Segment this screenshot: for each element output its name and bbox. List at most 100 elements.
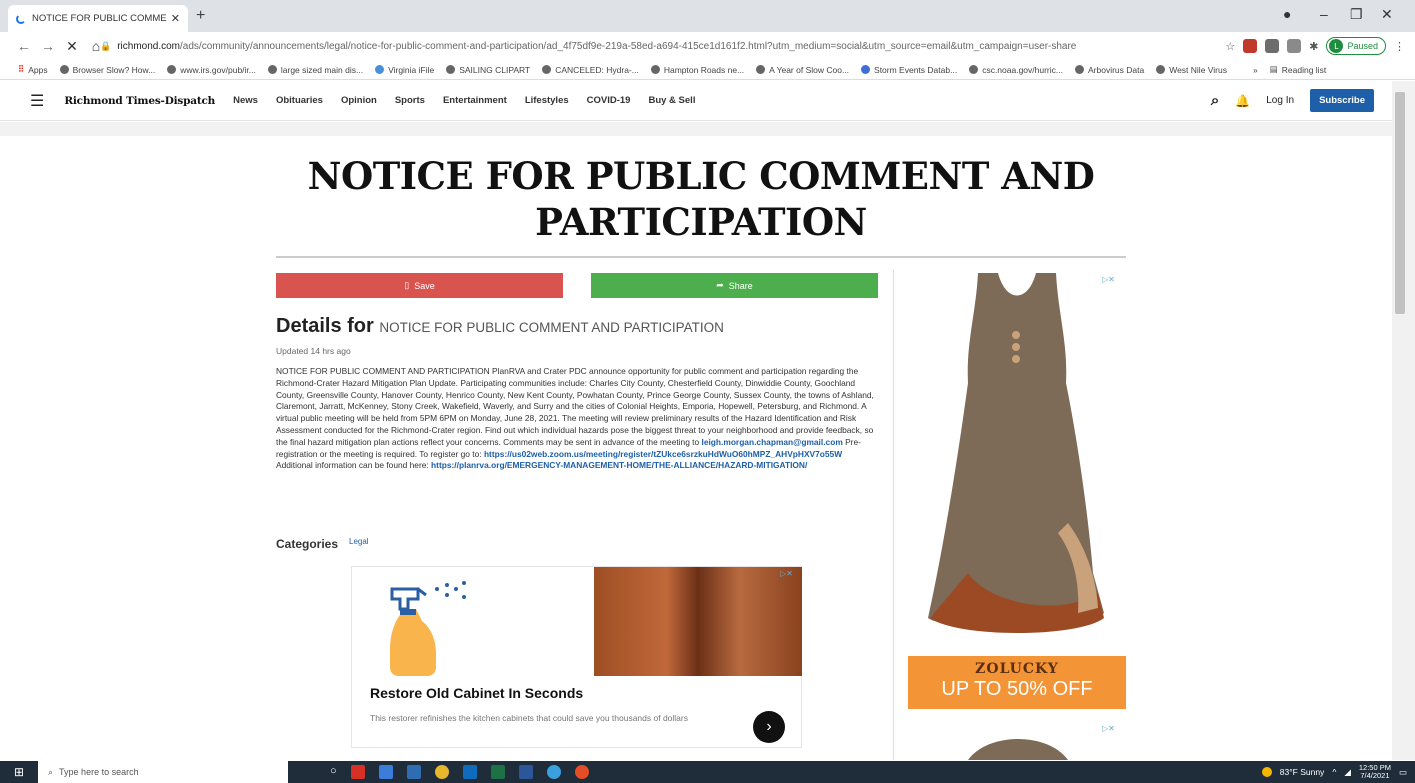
bookmark-item[interactable]: Storm Events Datab...: [861, 65, 957, 75]
login-link[interactable]: Log In: [1266, 95, 1294, 106]
weather-sun-icon: [1261, 767, 1272, 777]
chrome-icon[interactable]: [434, 765, 449, 779]
ad-dress-image: [908, 273, 1126, 656]
globe-icon: [1074, 65, 1084, 74]
kebab-menu-icon[interactable]: ⋮: [1394, 40, 1405, 53]
nav-lifestyles[interactable]: Lifestyles: [525, 95, 569, 106]
bookmark-item[interactable]: Arbovirus Data: [1074, 65, 1144, 75]
word-icon[interactable]: [518, 765, 533, 779]
extension-ublock-icon[interactable]: [1243, 39, 1258, 53]
adchoices-icon[interactable]: ▷✕: [1102, 275, 1115, 284]
url-host: richmond.com: [117, 40, 181, 52]
inline-ad[interactable]: ▷✕ Restore Old Cabinet In Seconds This r…: [351, 566, 802, 748]
nav-obituaries[interactable]: Obituaries: [276, 95, 323, 106]
side-ad[interactable]: ▷✕ ZOLUCKY UP TO 50% OFF: [908, 273, 1126, 709]
site-logo[interactable]: Richmond Times-Dispatch: [64, 95, 215, 107]
side-ad-2[interactable]: ▷✕: [908, 722, 1126, 760]
bookmark-item[interactable]: CANCELED: Hydra-...: [542, 65, 639, 75]
updated-timestamp: Updated 14 hrs ago: [276, 346, 351, 356]
reading-list-button[interactable]: ▤ Reading list: [1270, 64, 1326, 75]
article-body: NOTICE FOR PUBLIC COMMENT AND PARTICIPAT…: [276, 366, 880, 472]
bookmarks-overflow-icon[interactable]: »: [1253, 65, 1258, 75]
info-link[interactable]: https://planrva.org/EMERGENCY-MANAGEMENT…: [431, 460, 807, 470]
globe-icon: [446, 65, 456, 74]
share-icon: ➦: [716, 280, 724, 290]
bookmark-apps[interactable]: ⠿ Apps: [18, 64, 48, 75]
app-icon[interactable]: [406, 765, 421, 779]
record-icon[interactable]: ●: [1283, 6, 1291, 22]
profile-button[interactable]: L Paused: [1326, 37, 1386, 55]
share-button[interactable]: ➦ Share: [591, 273, 878, 298]
extension-icon[interactable]: [1287, 39, 1302, 53]
acrobat-icon[interactable]: [350, 765, 365, 779]
bookmark-item[interactable]: Hampton Roads ne...: [650, 65, 744, 75]
notifications-icon[interactable]: ▭: [1399, 767, 1407, 778]
new-tab-icon[interactable]: +: [196, 7, 205, 25]
outlook-icon[interactable]: [462, 765, 477, 779]
browser-tab[interactable]: NOTICE FOR PUBLIC COMMENT ✕: [8, 5, 188, 32]
forward-icon[interactable]: →: [38, 38, 58, 54]
back-icon[interactable]: ←: [14, 38, 34, 54]
bookmark-item[interactable]: www.irs.gov/pub/ir...: [167, 65, 256, 75]
details-title: NOTICE FOR PUBLIC COMMENT AND PARTICIPAT…: [379, 320, 724, 335]
taskbar-search-placeholder: Type here to search: [59, 767, 139, 777]
clock[interactable]: 12:50 PM 7/4/2021: [1359, 764, 1391, 780]
bookmark-item[interactable]: A Year of Slow Coo...: [756, 65, 849, 75]
app-icon[interactable]: [574, 765, 589, 779]
app-icon[interactable]: [378, 765, 393, 779]
task-view-icon[interactable]: ○: [330, 765, 337, 779]
minimize-icon[interactable]: –: [1320, 6, 1328, 22]
edge-icon[interactable]: [546, 765, 561, 779]
puzzle-icon[interactable]: ✱: [1309, 40, 1318, 53]
ad-promo-banner: ZOLUCKY UP TO 50% OFF: [908, 656, 1126, 709]
title-divider: [276, 256, 1126, 258]
windows-start-icon[interactable]: ⊞: [0, 765, 38, 779]
site-nav: News Obituaries Opinion Sports Entertain…: [233, 95, 695, 106]
chevron-right-icon[interactable]: ›: [753, 711, 785, 743]
extension-icon[interactable]: [1265, 39, 1280, 53]
ad-title[interactable]: Restore Old Cabinet In Seconds: [370, 685, 583, 701]
adchoices-icon[interactable]: ▷✕: [1102, 724, 1115, 733]
taskbar-search[interactable]: ⌕ Type here to search: [38, 761, 288, 783]
search-icon[interactable]: ⌕: [1211, 92, 1219, 109]
save-button[interactable]: ▯ Save: [276, 273, 563, 298]
clock-date: 7/4/2021: [1360, 771, 1390, 780]
virginia-icon: [375, 65, 385, 74]
close-icon[interactable]: ✕: [171, 12, 180, 25]
network-icon[interactable]: ◢: [1344, 767, 1351, 778]
bell-icon[interactable]: 🔔: [1235, 94, 1250, 108]
scrollbar-thumb[interactable]: [1395, 92, 1405, 314]
bookmark-item[interactable]: Browser Slow? How...: [59, 65, 155, 75]
subscribe-button[interactable]: Subscribe: [1310, 89, 1374, 112]
bookmark-item[interactable]: csc.noaa.gov/hurric...: [969, 65, 1063, 75]
ad-description: This restorer refinishes the kitchen cab…: [370, 713, 688, 723]
nav-covid[interactable]: COVID-19: [587, 95, 631, 106]
register-link[interactable]: https://us02web.zoom.us/meeting/register…: [484, 449, 842, 459]
nav-sports[interactable]: Sports: [395, 95, 425, 106]
share-label: Share: [728, 280, 753, 291]
nav-buy-sell[interactable]: Buy & Sell: [648, 95, 695, 106]
tray-chevron-icon[interactable]: ^: [1332, 767, 1336, 777]
category-legal-link[interactable]: Legal: [349, 537, 369, 546]
excel-icon[interactable]: [490, 765, 505, 779]
categories-label: Categories: [276, 537, 339, 551]
globe-icon: [167, 65, 177, 74]
bookmark-item[interactable]: West Nile Virus: [1156, 65, 1227, 75]
bookmark-item[interactable]: SAILING CLIPART: [446, 65, 530, 75]
restore-icon[interactable]: ❐: [1350, 6, 1363, 23]
email-link[interactable]: leigh.morgan.chapman@gmail.com: [702, 437, 843, 447]
adchoices-icon[interactable]: ▷✕: [780, 569, 793, 578]
weather-text[interactable]: 83°F Sunny: [1280, 767, 1325, 777]
hamburger-menu-icon[interactable]: ☰: [30, 91, 44, 111]
save-label: Save: [414, 280, 435, 291]
stop-icon[interactable]: ✕: [62, 38, 82, 55]
window-close-icon[interactable]: ✕: [1381, 6, 1393, 23]
nav-opinion[interactable]: Opinion: [341, 95, 377, 106]
star-icon[interactable]: ☆: [1225, 40, 1235, 53]
bookmark-item[interactable]: Virginia iFile: [375, 65, 434, 75]
bookmark-icon: ▯: [404, 280, 410, 290]
nav-news[interactable]: News: [233, 95, 258, 106]
bookmark-item[interactable]: large sized main dis...: [267, 65, 363, 75]
nav-entertainment[interactable]: Entertainment: [443, 95, 507, 106]
address-bar[interactable]: 🔒 richmond.com/ads/community/announcemen…: [100, 36, 1185, 56]
